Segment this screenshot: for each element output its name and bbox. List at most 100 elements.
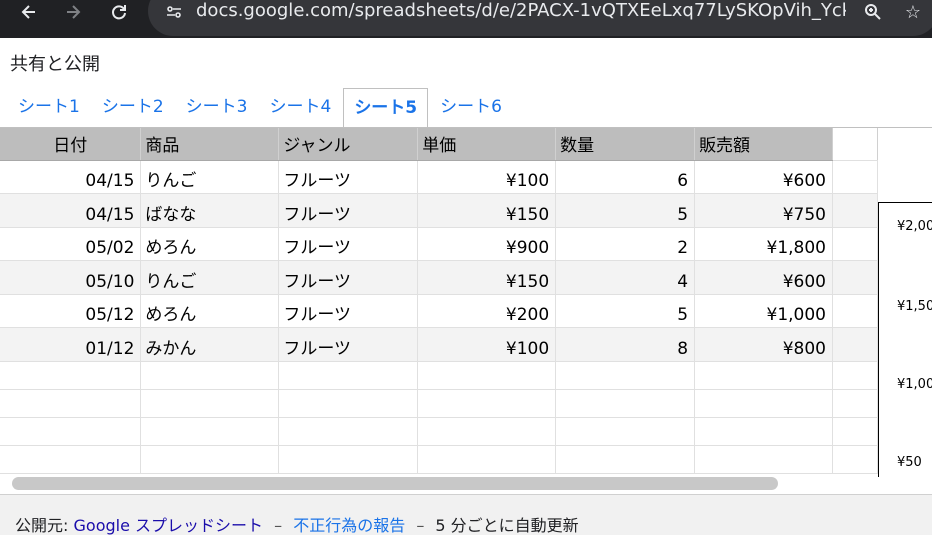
table-row: 05/02 めろん フルーツ ¥900 2 ¥1,800 bbox=[0, 227, 879, 261]
empty-cell bbox=[0, 361, 142, 390]
footer-text: 公開元: Google スプレッドシート – 不正行為の報告 – 5 分ごとに自… bbox=[15, 512, 579, 536]
empty-cell bbox=[832, 445, 879, 474]
tab-sheet3[interactable]: シート3 bbox=[176, 88, 258, 126]
column-header: 単価 bbox=[417, 128, 557, 161]
embedded-chart[interactable]: ¥2,00 ¥1,50 ¥1,00 ¥50 bbox=[878, 202, 932, 477]
cell-genre: フルーツ bbox=[278, 160, 419, 194]
empty-cell bbox=[140, 389, 280, 418]
empty-row bbox=[0, 445, 879, 474]
empty-cell bbox=[555, 417, 696, 446]
cell-date: 05/10 bbox=[0, 260, 142, 295]
column-header: ジャンル bbox=[278, 128, 419, 161]
table-row: 05/12 めろん フルーツ ¥200 5 ¥1,000 bbox=[0, 294, 879, 328]
tab-sheet4[interactable]: シート4 bbox=[259, 88, 341, 126]
empty-cell bbox=[694, 417, 833, 446]
horizontal-scrollbar[interactable] bbox=[12, 477, 778, 490]
empty-cell bbox=[832, 160, 879, 194]
cell-price: ¥150 bbox=[417, 260, 557, 295]
empty-cell bbox=[140, 361, 280, 390]
cell-sales: ¥750 bbox=[694, 193, 833, 228]
cell-product: りんご bbox=[140, 160, 280, 194]
cell-date: 05/12 bbox=[0, 294, 142, 328]
cell-qty: 5 bbox=[555, 294, 696, 328]
empty-cell bbox=[832, 260, 879, 295]
column-header: 販売額 bbox=[694, 128, 833, 161]
header-row: 日付 商品 ジャンル 単価 数量 販売額 bbox=[0, 128, 879, 161]
empty-cell bbox=[140, 417, 280, 446]
reload-icon[interactable] bbox=[104, 0, 134, 24]
column-header: 日付 bbox=[0, 128, 142, 161]
empty-cell bbox=[0, 445, 142, 474]
empty-cell bbox=[417, 417, 557, 446]
empty-cell bbox=[832, 193, 879, 228]
cell-price: ¥900 bbox=[417, 227, 557, 261]
cell-genre: フルーツ bbox=[278, 227, 419, 261]
table-row: 05/10 りんご フルーツ ¥150 4 ¥600 bbox=[0, 260, 879, 295]
cell-date: 04/15 bbox=[0, 160, 142, 194]
cell-qty: 4 bbox=[555, 260, 696, 295]
empty-cell bbox=[0, 417, 142, 446]
empty-cell bbox=[278, 361, 419, 390]
report-abuse-link[interactable]: 不正行為の報告 bbox=[293, 516, 405, 535]
footer-separator: – bbox=[274, 516, 283, 535]
cell-product: みかん bbox=[140, 327, 280, 362]
empty-cell bbox=[832, 227, 879, 261]
cell-product: ばなな bbox=[140, 193, 280, 228]
cell-qty: 5 bbox=[555, 193, 696, 228]
cell-date: 04/15 bbox=[0, 193, 142, 228]
empty-cell bbox=[417, 361, 557, 390]
empty-cell bbox=[417, 389, 557, 418]
cell-qty: 6 bbox=[555, 160, 696, 194]
column-header: 商品 bbox=[140, 128, 280, 161]
tab-sheet2[interactable]: シート2 bbox=[92, 88, 174, 126]
zoom-icon[interactable] bbox=[860, 0, 886, 24]
footer-separator: – bbox=[416, 516, 425, 535]
tab-sheet6[interactable]: シート6 bbox=[430, 88, 512, 126]
cell-sales: ¥600 bbox=[694, 260, 833, 295]
cell-sales: ¥1,000 bbox=[694, 294, 833, 328]
cell-product: めろん bbox=[140, 294, 280, 328]
cell-price: ¥150 bbox=[417, 193, 557, 228]
empty-cell bbox=[278, 417, 419, 446]
published-by-label: 公開元: bbox=[15, 516, 69, 535]
empty-cell bbox=[832, 128, 879, 161]
tab-sheet1[interactable]: シート1 bbox=[8, 88, 90, 126]
back-icon[interactable] bbox=[14, 0, 44, 24]
empty-cell bbox=[140, 445, 280, 474]
tab-sheet5[interactable]: シート5 bbox=[343, 88, 429, 128]
published-footer: 公開元: Google スプレッドシート – 不正行為の報告 – 5 分ごとに自… bbox=[0, 494, 932, 535]
cell-genre: フルーツ bbox=[278, 193, 419, 228]
star-icon[interactable]: ☆ bbox=[900, 0, 926, 24]
cell-genre: フルーツ bbox=[278, 294, 419, 328]
cell-qty: 8 bbox=[555, 327, 696, 362]
empty-cell bbox=[278, 445, 419, 474]
empty-row bbox=[0, 361, 879, 390]
empty-row bbox=[0, 389, 879, 418]
chart-tick-label: ¥50 bbox=[897, 455, 922, 470]
empty-cell bbox=[832, 294, 879, 328]
empty-row bbox=[0, 417, 879, 446]
cell-product: りんご bbox=[140, 260, 280, 295]
cell-product: めろん bbox=[140, 227, 280, 261]
empty-cell bbox=[555, 445, 696, 474]
site-info-icon[interactable] bbox=[162, 0, 186, 24]
empty-cell bbox=[832, 389, 879, 418]
browser-toolbar: docs.google.com/spreadsheets/d/e/2PACX-1… bbox=[0, 0, 932, 38]
empty-cell bbox=[694, 389, 833, 418]
forward-icon[interactable] bbox=[58, 0, 88, 24]
table-row: 01/12 みかん フルーツ ¥100 8 ¥800 bbox=[0, 327, 879, 362]
empty-cell bbox=[832, 361, 879, 390]
cell-sales: ¥600 bbox=[694, 160, 833, 194]
table-row: 04/15 りんご フルーツ ¥100 6 ¥600 bbox=[0, 160, 879, 194]
empty-cell bbox=[0, 389, 142, 418]
cell-genre: フルーツ bbox=[278, 260, 419, 295]
cell-price: ¥100 bbox=[417, 160, 557, 194]
chart-tick-label: ¥1,50 bbox=[897, 299, 932, 314]
cell-sales: ¥800 bbox=[694, 327, 833, 362]
empty-cell bbox=[832, 327, 879, 362]
empty-cell bbox=[555, 389, 696, 418]
url-text[interactable]: docs.google.com/spreadsheets/d/e/2PACX-1… bbox=[196, 0, 846, 22]
empty-cell bbox=[555, 361, 696, 390]
google-sheets-link[interactable]: Google スプレッドシート bbox=[74, 516, 264, 535]
page-title: 共有と公開 bbox=[10, 54, 100, 75]
